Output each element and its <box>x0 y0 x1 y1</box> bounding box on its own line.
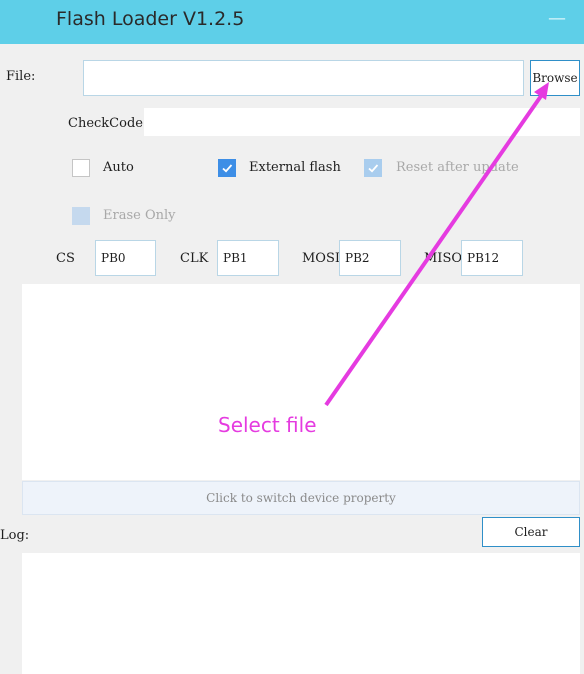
annotation-arrow-icon <box>324 82 549 407</box>
annotation-text: Select file <box>218 413 317 437</box>
